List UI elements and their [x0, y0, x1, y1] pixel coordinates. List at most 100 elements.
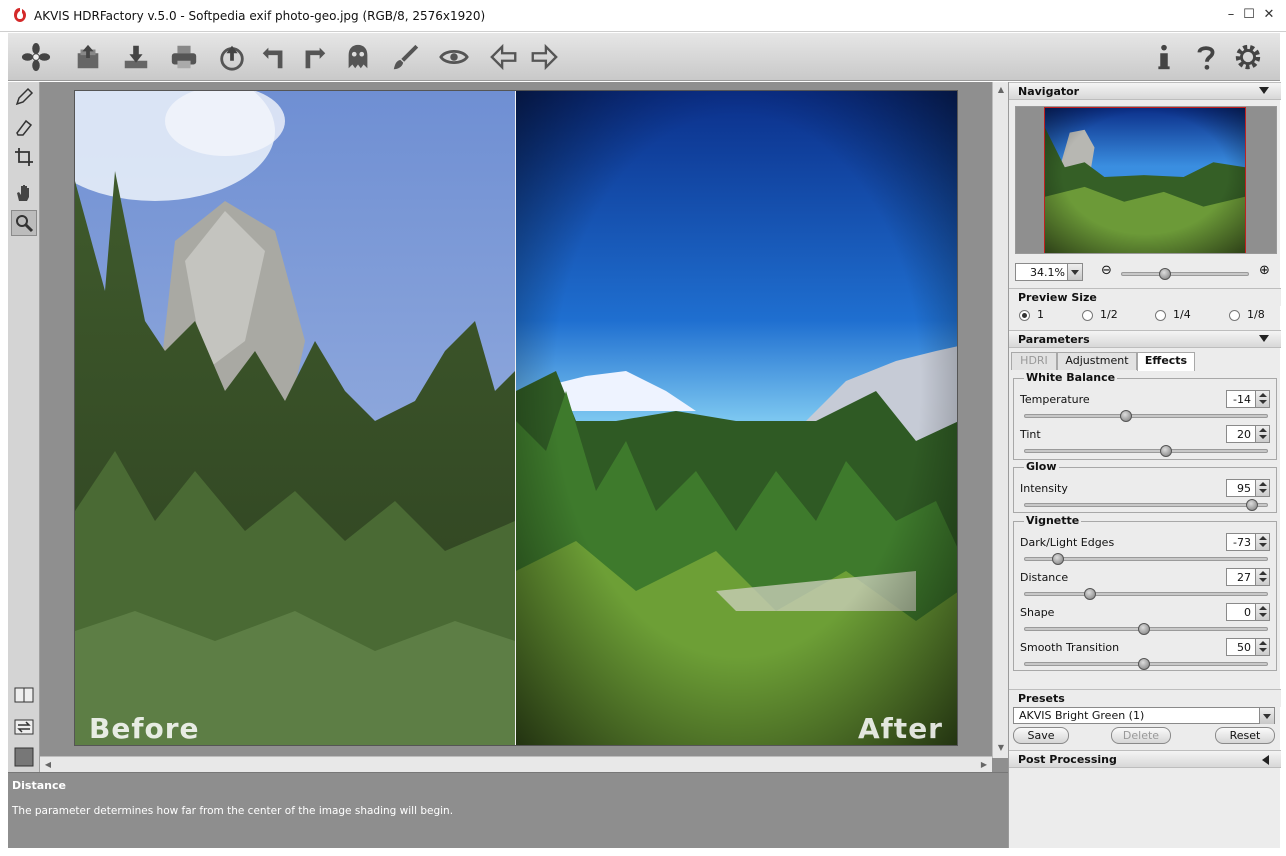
back-icon[interactable] [486, 39, 522, 75]
image-frame[interactable]: Before After [74, 90, 958, 746]
split-view-icon[interactable] [11, 682, 37, 708]
settings-icon[interactable] [1230, 39, 1266, 75]
close-button[interactable]: ✕ [1260, 6, 1278, 24]
collapse-arrow-icon[interactable] [1259, 87, 1269, 94]
parameters-title: Parameters [1018, 333, 1090, 346]
expand-arrow-icon[interactable] [1262, 755, 1269, 765]
smooth-transition-slider-knob[interactable] [1138, 658, 1150, 670]
after-label: After [857, 712, 943, 745]
preview-size-radio-1-4[interactable] [1155, 310, 1166, 321]
tint-spinbox[interactable]: 20 [1226, 425, 1270, 443]
crop-tool-icon[interactable] [11, 144, 37, 170]
dark-light-edges-spinbox[interactable]: -73 [1226, 533, 1270, 551]
intensity-spinbox[interactable]: 95 [1226, 479, 1270, 497]
intensity-slider[interactable] [1024, 503, 1268, 507]
zoom-in-icon[interactable]: ⊕ [1259, 263, 1270, 278]
preset-reset-button[interactable]: Reset [1215, 727, 1275, 744]
distance-slider[interactable] [1024, 592, 1268, 596]
spin-arrows-icon[interactable] [1255, 604, 1269, 620]
main-toolbar [8, 33, 1280, 81]
tab-effects[interactable]: Effects [1137, 352, 1195, 371]
undo-icon[interactable] [256, 39, 292, 75]
navigator-preview[interactable] [1015, 106, 1277, 254]
spin-arrows-icon[interactable] [1255, 639, 1269, 655]
preview-size-radio-1-2[interactable] [1082, 310, 1093, 321]
minimize-button[interactable]: – [1222, 6, 1240, 24]
zoom-slider[interactable] [1121, 272, 1249, 276]
preview-size-radio-1[interactable] [1019, 310, 1030, 321]
print-icon[interactable] [166, 39, 202, 75]
horizontal-scrollbar[interactable]: ◀ ▶ [40, 756, 992, 772]
tint-slider[interactable] [1024, 449, 1268, 453]
help-icon[interactable] [1188, 39, 1224, 75]
ghost-icon[interactable] [340, 39, 376, 75]
temperature-spinbox[interactable]: -14 [1226, 390, 1270, 408]
shape-spinbox[interactable]: 0 [1226, 603, 1270, 621]
collapse-arrow-icon[interactable] [1259, 335, 1269, 342]
temperature-label: Temperature [1020, 393, 1090, 406]
zoom-tool-icon[interactable] [11, 210, 37, 236]
spin-arrows-icon[interactable] [1255, 391, 1269, 407]
image-canvas: Before After ▲ ▼ ◀ ▶ [40, 82, 1008, 772]
zoom-combo[interactable]: 34.1% [1015, 263, 1083, 281]
zoom-slider-knob[interactable] [1159, 268, 1171, 280]
temperature-slider[interactable] [1024, 414, 1268, 418]
dark-light-edges-value: -73 [1233, 536, 1251, 549]
zoom-dropdown-icon[interactable] [1067, 264, 1082, 280]
forward-icon[interactable] [526, 39, 562, 75]
info-icon[interactable] [1146, 39, 1182, 75]
tab-hdri[interactable]: HDRI [1011, 352, 1057, 370]
scroll-right-icon[interactable]: ▶ [976, 757, 992, 773]
scroll-left-icon[interactable]: ◀ [40, 757, 56, 773]
tint-slider-knob[interactable] [1160, 445, 1172, 457]
save-icon[interactable] [118, 39, 154, 75]
smooth-transition-spinbox[interactable]: 50 [1226, 638, 1270, 656]
preset-select[interactable]: AKVIS Bright Green (1) [1013, 707, 1275, 724]
distance-spinbox[interactable]: 27 [1226, 568, 1270, 586]
zoom-out-icon[interactable]: ⊖ [1101, 263, 1112, 278]
preset-dropdown-icon[interactable] [1259, 708, 1274, 724]
glow-group: Glow Intensity 95 [1013, 460, 1277, 513]
white-balance-title: White Balance [1024, 371, 1118, 384]
open-icon[interactable] [70, 39, 106, 75]
vertical-scrollbar[interactable]: ▲ ▼ [992, 82, 1008, 758]
shape-slider-knob[interactable] [1138, 623, 1150, 635]
navigator-header[interactable]: Navigator [1009, 82, 1281, 100]
share-icon[interactable] [214, 39, 250, 75]
pencil-tool-icon[interactable] [11, 84, 37, 110]
scroll-up-icon[interactable]: ▲ [993, 82, 1009, 98]
distance-slider-knob[interactable] [1084, 588, 1096, 600]
logo-icon[interactable] [14, 39, 58, 75]
white-balance-group: White Balance Temperature -14 Tint 20 [1013, 371, 1277, 460]
spin-arrows-icon[interactable] [1255, 534, 1269, 550]
intensity-slider-knob[interactable] [1246, 499, 1258, 511]
distance-value: 27 [1237, 571, 1251, 584]
navigator-title: Navigator [1018, 85, 1080, 98]
smooth-transition-value: 50 [1237, 641, 1251, 654]
preset-delete-button[interactable]: Delete [1111, 727, 1171, 744]
preview-size-radio-1-8[interactable] [1229, 310, 1240, 321]
spin-arrows-icon[interactable] [1255, 569, 1269, 585]
maximize-button[interactable]: ☐ [1240, 6, 1258, 24]
preset-save-button[interactable]: Save [1013, 727, 1069, 744]
tools-panel [8, 82, 40, 772]
single-view-icon[interactable] [11, 744, 37, 770]
temperature-slider-knob[interactable] [1120, 410, 1132, 422]
intensity-value: 95 [1237, 482, 1251, 495]
hand-tool-icon[interactable] [11, 180, 37, 206]
eraser-tool-icon[interactable] [11, 114, 37, 140]
swap-view-icon[interactable] [11, 714, 37, 740]
post-processing-header[interactable]: Post Processing [1009, 750, 1281, 768]
tint-value: 20 [1237, 428, 1251, 441]
scroll-down-icon[interactable]: ▼ [993, 740, 1009, 756]
spin-arrows-icon[interactable] [1255, 426, 1269, 442]
navigator-thumbnail [1044, 107, 1246, 253]
eye-icon[interactable] [436, 39, 472, 75]
dark-light-edges-slider-knob[interactable] [1052, 553, 1064, 565]
preview-size-label-1: 1 [1037, 308, 1044, 321]
brush-icon[interactable] [388, 39, 424, 75]
tab-adjustment[interactable]: Adjustment [1057, 352, 1137, 370]
spin-arrows-icon[interactable] [1255, 480, 1269, 496]
redo-icon[interactable] [296, 39, 332, 75]
parameters-header[interactable]: Parameters [1009, 330, 1281, 348]
